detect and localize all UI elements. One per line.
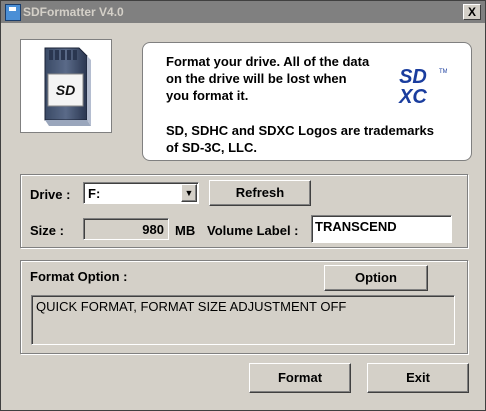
volume-label-input[interactable]: TRANSCEND — [311, 215, 452, 243]
format-option-label: Format Option : — [30, 269, 128, 284]
title-bar[interactable]: SDFormatter V4.0 X — [1, 1, 485, 23]
format-option-status: QUICK FORMAT, FORMAT SIZE ADJUSTMENT OFF — [31, 295, 455, 345]
size-field: 980 — [83, 218, 169, 240]
size-unit: MB — [175, 223, 196, 238]
svg-text:SD: SD — [399, 66, 427, 88]
sd-card-image: SD — [20, 39, 112, 133]
exit-button[interactable]: Exit — [367, 363, 469, 393]
drive-label: Drive : — [30, 187, 71, 202]
drive-select-value: F: — [88, 186, 101, 201]
format-button[interactable]: Format — [249, 363, 351, 393]
size-label: Size : — [30, 223, 64, 238]
info-line-2: on the drive will be lost when — [166, 71, 347, 86]
sdxc-logo: SD XC TM — [398, 66, 447, 107]
app-icon — [5, 4, 21, 21]
info-line-4: SD, SDHC and SDXC Logos are trademarks — [166, 123, 435, 138]
sdformatter-window: SDFormatter V4.0 X SD Format your drive.… — [0, 0, 486, 411]
volume-label-value: TRANSCEND — [315, 219, 397, 234]
info-line-5: of SD-3C, LLC. — [166, 140, 257, 155]
svg-text:SD: SD — [56, 82, 75, 98]
svg-text:TM: TM — [439, 69, 447, 75]
info-line-3: you format it. — [166, 88, 249, 103]
sd-card-icon: SD — [44, 47, 91, 126]
info-line-1: Format your drive. All of the data — [166, 54, 370, 69]
svg-text:XC: XC — [398, 86, 427, 107]
drive-group: Drive : F: ▼ Refresh Size : 980 MB Volum… — [20, 174, 468, 248]
format-option-group: Format Option : Option QUICK FORMAT, FOR… — [20, 260, 468, 354]
size-value: 980 — [142, 222, 164, 237]
option-button[interactable]: Option — [324, 265, 428, 291]
window-title: SDFormatter V4.0 — [23, 5, 124, 19]
volume-label-label: Volume Label : — [207, 223, 299, 238]
info-panel: Format your drive. All of the data on th… — [142, 42, 472, 161]
chevron-down-icon[interactable]: ▼ — [181, 184, 197, 202]
close-button[interactable]: X — [463, 4, 481, 20]
drive-select[interactable]: F: ▼ — [83, 182, 199, 204]
refresh-button[interactable]: Refresh — [209, 180, 311, 206]
format-option-status-text: QUICK FORMAT, FORMAT SIZE ADJUSTMENT OFF — [36, 299, 347, 314]
